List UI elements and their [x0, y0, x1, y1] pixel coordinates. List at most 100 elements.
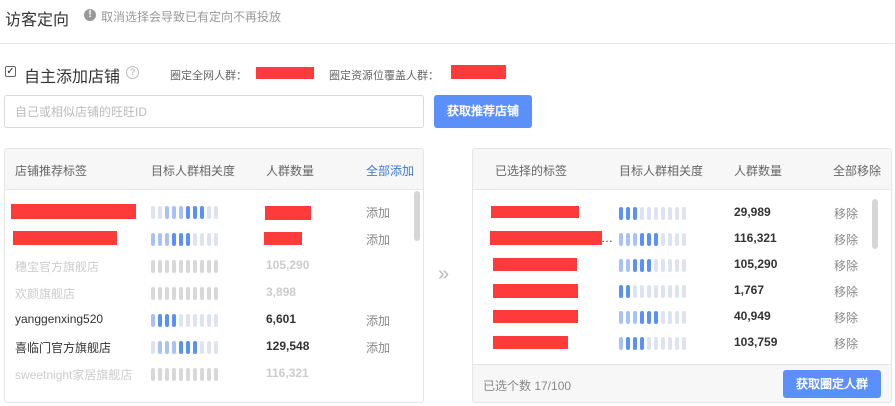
relevance-segment	[682, 285, 686, 298]
redacted-shop-name	[490, 231, 602, 245]
crowd-count: 103,759	[734, 335, 778, 349]
remove-all-button[interactable]: 全部移除	[833, 162, 881, 179]
relevance-segment	[179, 314, 183, 327]
crowd-count: 129,548	[266, 339, 310, 353]
relevance-segment	[640, 233, 644, 246]
relevance-segment	[193, 287, 197, 300]
col-selected-tag: 已选择的标签	[495, 164, 568, 178]
add-button[interactable]: 添加	[366, 204, 390, 221]
relevance-segment	[200, 260, 204, 273]
relevance-segment	[626, 259, 630, 272]
relevance-segment	[207, 341, 211, 354]
relevance-segment	[619, 311, 623, 324]
relevance-bars	[151, 341, 218, 354]
relevance-segment	[158, 260, 162, 273]
relevance-segment	[207, 287, 211, 300]
add-all-button[interactable]: 全部添加	[366, 162, 414, 179]
recommended-row: yanggenxing520 6,601 添加	[5, 307, 423, 333]
relevance-segment	[633, 233, 637, 246]
col-crowd-count: 人群数量	[266, 164, 315, 178]
relevance-segment	[661, 285, 665, 298]
shop-name: 喜临门官方旗舰店	[15, 341, 112, 355]
relevance-segment	[165, 341, 169, 354]
relevance-segment	[186, 368, 190, 381]
relevance-segment	[186, 260, 190, 273]
relevance-segment	[626, 233, 630, 246]
get-locked-crowd-button[interactable]: 获取圈定人群	[783, 370, 881, 398]
relevance-segment	[207, 233, 211, 246]
relevance-segment	[165, 260, 169, 273]
relevance-segment	[179, 233, 183, 246]
relevance-segment	[675, 337, 679, 350]
section-header: 访客定向 ! 取消选择会导致已有定向不再投放	[0, 0, 895, 44]
relevance-segment	[654, 311, 658, 324]
relevance-segment	[675, 259, 679, 272]
remove-button[interactable]: 移除	[834, 231, 858, 248]
shop-name: …	[601, 231, 613, 245]
remove-button[interactable]: 移除	[834, 283, 858, 300]
remove-button[interactable]: 移除	[834, 309, 858, 326]
selected-row: 103,759 移除	[473, 330, 891, 356]
recommended-scrollbar[interactable]	[414, 191, 420, 241]
relevance-segment	[158, 287, 162, 300]
remove-button[interactable]: 移除	[834, 335, 858, 352]
relevance-segment	[172, 341, 176, 354]
wangwang-id-input[interactable]	[4, 95, 424, 128]
crowd-count: 116,321	[734, 231, 777, 245]
relevance-segment	[158, 233, 162, 246]
col-relevance: 目标人群相关度	[619, 164, 704, 178]
relevance-segment	[661, 259, 665, 272]
relevance-segment	[654, 259, 658, 272]
remove-button[interactable]: 移除	[834, 257, 858, 274]
relevance-segment	[682, 207, 686, 220]
relevance-segment	[668, 285, 672, 298]
recommended-row: 添加	[5, 199, 423, 225]
crowd-count: 6,601	[266, 312, 297, 326]
add-button[interactable]: 添加	[366, 312, 390, 329]
relevance-segment	[647, 311, 651, 324]
relevance-segment	[633, 285, 637, 298]
relevance-segment	[668, 337, 672, 350]
redacted-shop-name	[13, 231, 117, 245]
add-button[interactable]: 添加	[366, 231, 390, 248]
relevance-segment	[158, 368, 162, 381]
relevance-segment	[640, 259, 644, 272]
relevance-segment	[179, 368, 183, 381]
relevance-segment	[633, 207, 637, 220]
relevance-segment	[165, 233, 169, 246]
relevance-segment	[619, 233, 623, 246]
relevance-segment	[151, 314, 155, 327]
relevance-segment	[214, 287, 218, 300]
crowd-count: 1,767	[734, 283, 765, 297]
relevance-bars	[619, 285, 686, 298]
relevance-segment	[165, 314, 169, 327]
relevance-segment	[165, 368, 169, 381]
relevance-segment	[151, 206, 155, 219]
col-shop-tag: 店铺推荐标签	[15, 164, 88, 178]
relevance-segment	[214, 368, 218, 381]
relevance-segment	[207, 206, 211, 219]
help-icon[interactable]: ?	[126, 66, 139, 79]
add-button[interactable]: 添加	[366, 339, 390, 356]
warning-icon: !	[84, 9, 96, 21]
relevance-segment	[179, 341, 183, 354]
relevance-segment	[682, 233, 686, 246]
relevance-segment	[668, 311, 672, 324]
relevance-segment	[661, 337, 665, 350]
relevance-segment	[193, 260, 197, 273]
selected-scrollbar[interactable]	[872, 199, 878, 249]
redacted-shop-name	[493, 284, 578, 298]
fetch-recommended-shops-button[interactable]: 获取推荐店铺	[434, 95, 532, 128]
self-add-checkbox[interactable]: ✓	[5, 66, 16, 77]
crowd-count: 105,290	[266, 258, 310, 272]
redacted-shop-name	[11, 204, 136, 219]
remove-button[interactable]: 移除	[834, 205, 858, 222]
relevance-segment	[675, 285, 679, 298]
relevance-segment	[619, 259, 623, 272]
selected-row: … 116,321 移除	[473, 226, 891, 252]
relevance-segment	[151, 233, 155, 246]
relevance-bars	[151, 260, 218, 273]
relevance-segment	[647, 259, 651, 272]
selected-row: 105,290 移除	[473, 252, 891, 278]
relevance-segment	[626, 285, 630, 298]
